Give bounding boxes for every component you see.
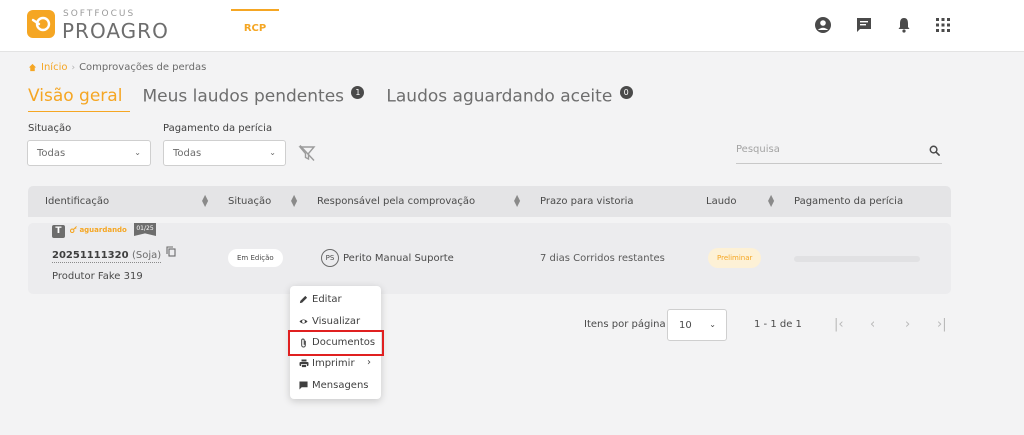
column-header-prazo[interactable]: Prazo para vistoria	[540, 196, 634, 207]
logo-icon[interactable]	[27, 10, 55, 38]
column-header-responsavel[interactable]: Responsável pela comprovação	[317, 196, 475, 207]
search-input[interactable]	[736, 144, 916, 155]
tab-label: Visão geral	[28, 86, 123, 106]
logo-company: SOFTFOCUS	[63, 9, 136, 19]
situacao-badge: Em Edição	[228, 249, 283, 267]
app-header: SOFTFOCUS PROAGRO RCP	[0, 0, 1024, 52]
identification-number[interactable]: 20251111320 (Soja)	[52, 250, 162, 263]
menu-item-imprimir[interactable]: Imprimir ›	[290, 353, 381, 375]
responsavel-name: Perito Manual Suporte	[343, 253, 454, 264]
key-icon	[69, 226, 77, 234]
menu-item-label: Visualizar	[312, 316, 361, 327]
items-per-page-label: Itens por página	[584, 319, 666, 330]
account-circle-icon[interactable]	[814, 16, 832, 34]
next-page-icon[interactable]: ›	[905, 317, 910, 332]
filter-pagamento-select[interactable]: Todas ⌄	[163, 140, 286, 166]
status-tag: aguardando	[69, 226, 127, 234]
tab-count-badge: 0	[619, 86, 633, 99]
chevron-right-icon: ›	[367, 357, 371, 368]
first-page-icon[interactable]: |‹	[834, 317, 844, 332]
table-header: Identificação ▲ ▼ Situação ▲ ▼ Responsável…	[28, 186, 951, 217]
tab-laudos-aguardando-aceite[interactable]: Laudos aguardando aceite 0	[386, 86, 633, 107]
page-range: 1 - 1 de 1	[754, 319, 802, 330]
breadcrumb: Início › Comprovações de perdas	[28, 62, 206, 73]
pencil-icon	[299, 295, 308, 304]
tab-meus-laudos-pendentes[interactable]: Meus laudos pendentes 1	[142, 86, 365, 107]
apps-grid-icon[interactable]	[934, 16, 952, 34]
eye-icon	[299, 319, 308, 324]
chevron-down-icon: ⌄	[269, 148, 276, 157]
last-page-icon[interactable]: ›|	[937, 317, 947, 332]
printer-icon	[299, 359, 309, 368]
logo-mark-icon	[31, 16, 51, 32]
menu-item-label: Imprimir	[312, 358, 355, 369]
bell-icon[interactable]	[895, 16, 913, 34]
column-header-identificacao[interactable]: Identificação	[45, 196, 109, 207]
prazo-value: 7 dias Corridos restantes	[540, 253, 665, 264]
menu-item-mensagens[interactable]: Mensagens	[290, 375, 381, 397]
table-row[interactable]: T aguardando 01/25 20251111320 (Soja) Pr…	[28, 223, 951, 294]
logo-product: PROAGRO	[62, 19, 169, 43]
tab-label: Meus laudos pendentes	[142, 86, 345, 107]
search-box	[736, 140, 942, 164]
previous-page-icon[interactable]: ‹	[870, 317, 875, 332]
tab-visao-geral[interactable]: Visão geral	[28, 86, 131, 112]
page-size-select[interactable]: 10 ⌄	[667, 309, 727, 341]
search-icon[interactable]	[929, 145, 940, 156]
select-value: 10	[679, 320, 692, 331]
menu-item-label: Mensagens	[312, 380, 369, 391]
type-badge: T	[52, 225, 65, 238]
breadcrumb-separator: ›	[71, 62, 76, 73]
pagamento-progress-bar	[794, 256, 920, 262]
chat-icon[interactable]	[855, 16, 873, 34]
avatar: PS	[321, 249, 339, 267]
laudo-badge: Preliminar	[708, 248, 762, 268]
chevron-down-icon: ⌄	[709, 320, 716, 329]
menu-item-label: Editar	[312, 294, 342, 305]
highlight-box	[288, 330, 384, 356]
tab-label: Laudos aguardando aceite	[386, 86, 613, 107]
column-header-situacao[interactable]: Situação	[228, 196, 271, 207]
column-header-laudo[interactable]: Laudo	[706, 196, 737, 207]
chevron-down-icon: ⌄	[134, 148, 141, 157]
select-value: Todas	[37, 148, 66, 159]
status-tag-label: aguardando	[79, 226, 127, 234]
sort-icon[interactable]: ▲ ▼	[514, 194, 520, 208]
tab-count-badge: 1	[351, 86, 365, 99]
sort-icon[interactable]: ▲ ▼	[768, 194, 774, 208]
column-header-pagamento[interactable]: Pagamento da perícia	[794, 196, 903, 207]
sort-icon[interactable]: ▲ ▼	[202, 194, 208, 208]
filter-pagamento-label: Pagamento da perícia	[163, 123, 273, 134]
message-icon	[299, 381, 308, 390]
filter-situacao-label: Situação	[28, 123, 72, 134]
select-value: Todas	[173, 148, 202, 159]
breadcrumb-current: Comprovações de perdas	[79, 62, 207, 73]
copy-icon[interactable]	[166, 246, 176, 257]
date-tag: 01/25	[134, 223, 156, 236]
crop-label: (Soja)	[132, 250, 162, 261]
breadcrumb-home[interactable]: Início	[41, 62, 67, 73]
producer-name: Produtor Fake 319	[52, 271, 143, 282]
menu-item-editar[interactable]: Editar	[290, 289, 381, 311]
module-tab-rcp[interactable]: RCP	[231, 9, 279, 43]
sort-icon[interactable]: ▲ ▼	[291, 194, 297, 208]
tab-bar: Visão geral Meus laudos pendentes 1 Laud…	[28, 86, 633, 112]
id-value: 20251111320	[52, 250, 129, 261]
home-icon	[28, 63, 37, 72]
clear-filter-icon[interactable]	[298, 144, 316, 162]
filter-situacao-select[interactable]: Todas ⌄	[27, 140, 151, 166]
